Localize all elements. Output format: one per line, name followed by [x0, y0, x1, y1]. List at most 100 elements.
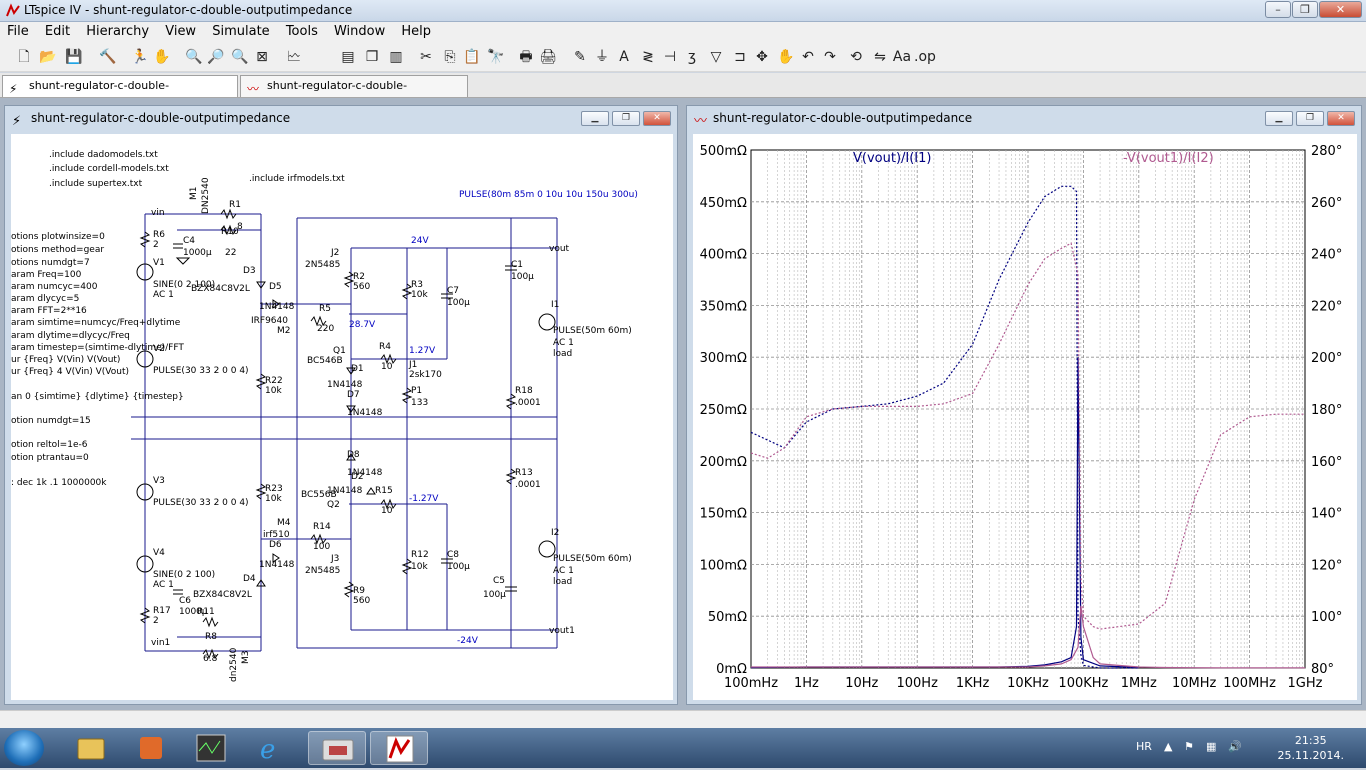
component-D5-value[interactable]: 1N4148	[259, 302, 294, 312]
component-R3-value[interactable]: 10k	[411, 290, 428, 300]
waveform-restore-button[interactable]: ❐	[1296, 111, 1324, 126]
app-taskbar-icon[interactable]	[122, 731, 180, 765]
volume-icon[interactable]: 🔊	[1228, 740, 1242, 753]
component-I2-ac[interactable]: AC 1	[553, 566, 574, 576]
component-R2[interactable]: R2	[353, 272, 365, 282]
component-R6-value[interactable]: 2	[153, 240, 159, 250]
ground-icon[interactable]: ⏚	[592, 47, 612, 67]
copy-icon[interactable]: ⎘	[440, 47, 460, 67]
control-panel-icon[interactable]: 🔨	[98, 47, 118, 67]
component-R22-value[interactable]: 10k	[265, 386, 282, 396]
start-button[interactable]	[4, 730, 44, 766]
component-C7-value[interactable]: 100µ	[447, 298, 470, 308]
clock[interactable]: 21:35 25.11.2014.	[1278, 733, 1344, 763]
directive-opt1[interactable]: otions plotwinsize=0	[11, 232, 105, 242]
tab-waveform[interactable]: 〰 shunt-regulator-c-double-outputimpedan…	[240, 75, 468, 112]
component-D6-value[interactable]: 1N4148	[259, 560, 294, 570]
component-R12[interactable]: R12	[411, 550, 429, 560]
component-J3[interactable]: J3	[331, 554, 339, 564]
menu-help[interactable]: Help	[394, 22, 436, 39]
component-M3-value[interactable]: dn2540	[229, 648, 239, 682]
component-icon[interactable]: ⊐	[730, 47, 750, 67]
component-I2[interactable]: I2	[551, 528, 559, 538]
directive-tran[interactable]: an 0 {simtime} {dlytime} {timestep}	[11, 392, 184, 402]
component-V1-ac[interactable]: AC 1	[153, 290, 174, 300]
mirror-icon[interactable]: ⇋	[870, 47, 890, 67]
waveform-minimize-button[interactable]: ▁	[1265, 111, 1293, 126]
waveform-close-button[interactable]: ✕	[1327, 111, 1355, 126]
undo-icon[interactable]: ↶	[798, 47, 818, 67]
component-C8-value[interactable]: 100µ	[447, 562, 470, 572]
text-icon[interactable]: Aa	[892, 47, 912, 67]
pulse-directive[interactable]: PULSE(80m 85m 0 10u 10u 150u 300u)	[459, 190, 638, 200]
component-I1[interactable]: I1	[551, 300, 559, 310]
network-icon[interactable]: ▦	[1206, 740, 1216, 753]
save-icon[interactable]: 💾	[64, 47, 84, 67]
component-M1-value[interactable]: DN2540	[201, 177, 211, 214]
component-R13-value[interactable]: .0001	[515, 480, 541, 490]
action-center-icon[interactable]: ⚑	[1184, 740, 1194, 753]
component-C8[interactable]: C8	[447, 550, 459, 560]
directive-opt3[interactable]: otions numdgt=7	[11, 258, 90, 268]
component-C6[interactable]: C6	[179, 596, 191, 606]
tile-horizontal-icon[interactable]: ▤	[338, 47, 358, 67]
net-vin[interactable]: vin	[151, 208, 165, 218]
tile-vertical-icon[interactable]: ▥	[386, 47, 406, 67]
menu-edit[interactable]: Edit	[38, 22, 75, 39]
component-M4[interactable]: M4	[277, 518, 291, 528]
component-C4-value[interactable]: 1000µ	[183, 248, 212, 258]
component-I2-value[interactable]: PULSE(50m 60m)	[553, 554, 632, 564]
capacitor-icon[interactable]: ⊣	[660, 47, 680, 67]
print-setup-icon[interactable]: 🖶	[516, 47, 536, 67]
component-R13[interactable]: R13	[515, 468, 533, 478]
component-Q1[interactable]: Q1	[333, 346, 346, 356]
waveform-window[interactable]: 〰 shunt-regulator-c-double-outputimpedan…	[686, 105, 1362, 705]
component-I1-value[interactable]: PULSE(50m 60m)	[553, 326, 632, 336]
component-R3[interactable]: R3	[411, 280, 423, 290]
directive-four1[interactable]: ur {Freq} V(Vin) V(Vout)	[11, 355, 120, 365]
directive-opt4[interactable]: otion numdgt=15	[11, 416, 91, 426]
component-R23-value[interactable]: 10k	[265, 494, 282, 504]
component-V2[interactable]: V2	[153, 344, 165, 354]
menu-file[interactable]: File	[0, 22, 34, 39]
inductor-icon[interactable]: ʒ	[682, 47, 702, 67]
menu-view[interactable]: View	[158, 22, 201, 39]
new-schematic-icon[interactable]: 🗋	[14, 47, 34, 67]
component-R10-value[interactable]: 22	[225, 248, 236, 258]
schematic-window[interactable]: ⚡ shunt-regulator-c-double-outputimpedan…	[4, 105, 678, 705]
component-M4-value[interactable]: irf510	[263, 530, 290, 540]
cascade-icon[interactable]: ❐	[362, 47, 382, 67]
component-D3[interactable]: D3	[243, 266, 256, 276]
minimize-button[interactable]: –	[1265, 1, 1291, 18]
open-icon[interactable]: 📂	[38, 47, 58, 67]
language-indicator[interactable]: HR	[1136, 740, 1152, 753]
draw-wire-icon[interactable]: ✎	[570, 47, 590, 67]
cut-icon[interactable]: ✂	[416, 47, 436, 67]
schematic-close-button[interactable]: ✕	[643, 111, 671, 126]
component-C5[interactable]: C5	[493, 576, 505, 586]
component-D1-value[interactable]: 1N4148	[327, 380, 362, 390]
explorer-taskbar-icon[interactable]	[62, 731, 120, 765]
component-C7[interactable]: C7	[447, 286, 459, 296]
redo-icon[interactable]: ↷	[820, 47, 840, 67]
component-C4[interactable]: C4	[183, 236, 195, 246]
component-R8-value[interactable]: 6.8	[203, 654, 217, 664]
component-R17-value[interactable]: 2	[153, 616, 159, 626]
component-R2-value[interactable]: 560	[353, 282, 370, 292]
schematic-restore-button[interactable]: ❐	[612, 111, 640, 126]
directive-param5[interactable]: aram simtime=numcyc/Freq+dlytime	[11, 318, 180, 328]
internet-explorer-taskbar-icon[interactable]: e	[242, 731, 300, 765]
component-R5-value[interactable]: 220	[317, 324, 334, 334]
directive-param6[interactable]: aram dlytime=dlycyc/Freq	[11, 331, 130, 341]
directive-include-4[interactable]: .include irfmodels.txt	[249, 174, 345, 184]
component-R4[interactable]: R4	[379, 342, 391, 352]
zoom-out-icon[interactable]: 🔍	[230, 47, 250, 67]
net-vin1[interactable]: vin1	[151, 638, 170, 648]
ltspice-taskbar-icon[interactable]	[370, 731, 428, 765]
directive-opt2[interactable]: otions method=gear	[11, 245, 104, 255]
directive-four2[interactable]: ur {Freq} 4 V(Vin) V(Vout)	[11, 367, 129, 377]
directive-include-1[interactable]: .include dadomodels.txt	[49, 150, 158, 160]
component-I1-ac[interactable]: AC 1	[553, 338, 574, 348]
component-Q2-value[interactable]: BC556B	[301, 490, 337, 500]
component-V4-value[interactable]: SINE(0 2 100)	[153, 570, 215, 580]
